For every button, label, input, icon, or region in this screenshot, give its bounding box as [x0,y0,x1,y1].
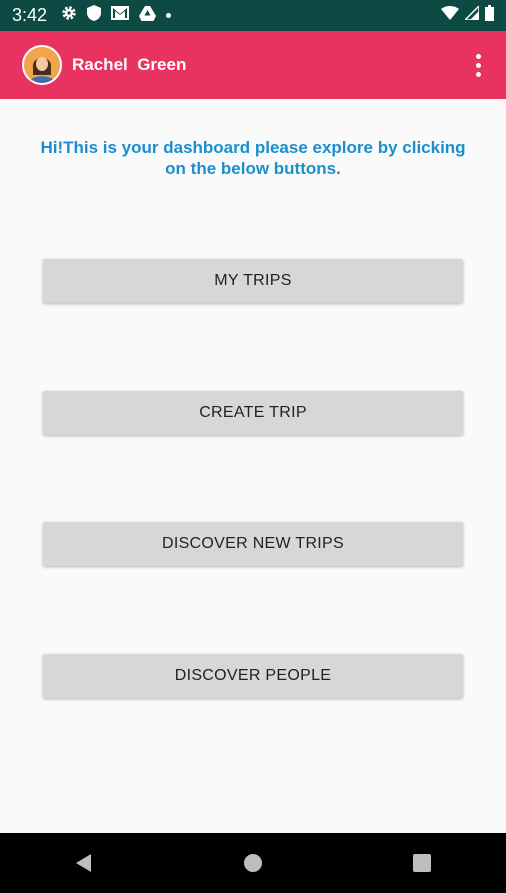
discover-people-button[interactable]: DISCOVER PEOPLE [43,654,463,698]
status-time: 3:42 [12,5,48,25]
notification-dot-icon [166,13,172,18]
overflow-menu-icon[interactable] [472,50,484,80]
shield-icon [87,5,102,26]
app-bar: Rachel Green [0,31,506,99]
status-icons-right [441,4,494,26]
discover-new-trips-button[interactable]: DISCOVER NEW TRIPS [43,522,463,566]
home-icon[interactable] [223,843,283,883]
navigation-bar [0,833,506,893]
create-trip-button[interactable]: CREATE TRIP [43,391,463,435]
back-icon[interactable] [54,843,114,883]
battery-icon [485,5,494,26]
signal-icon [463,4,480,25]
my-trips-button[interactable]: MY TRIPS [43,259,463,303]
welcome-message: Hi!This is your dashboard please explore… [40,138,466,178]
status-icons-left [61,5,172,26]
gmail-icon [111,6,130,25]
recents-icon[interactable] [392,843,452,883]
drive-icon [139,5,157,26]
dashboard-content: Hi!This is your dashboard please explore… [0,99,506,833]
avatar-icon[interactable] [22,45,62,85]
gear-icon [61,5,77,26]
user-name: Rachel Green [72,55,187,74]
status-bar: 3:42 [0,0,506,31]
wifi-icon [441,6,459,25]
